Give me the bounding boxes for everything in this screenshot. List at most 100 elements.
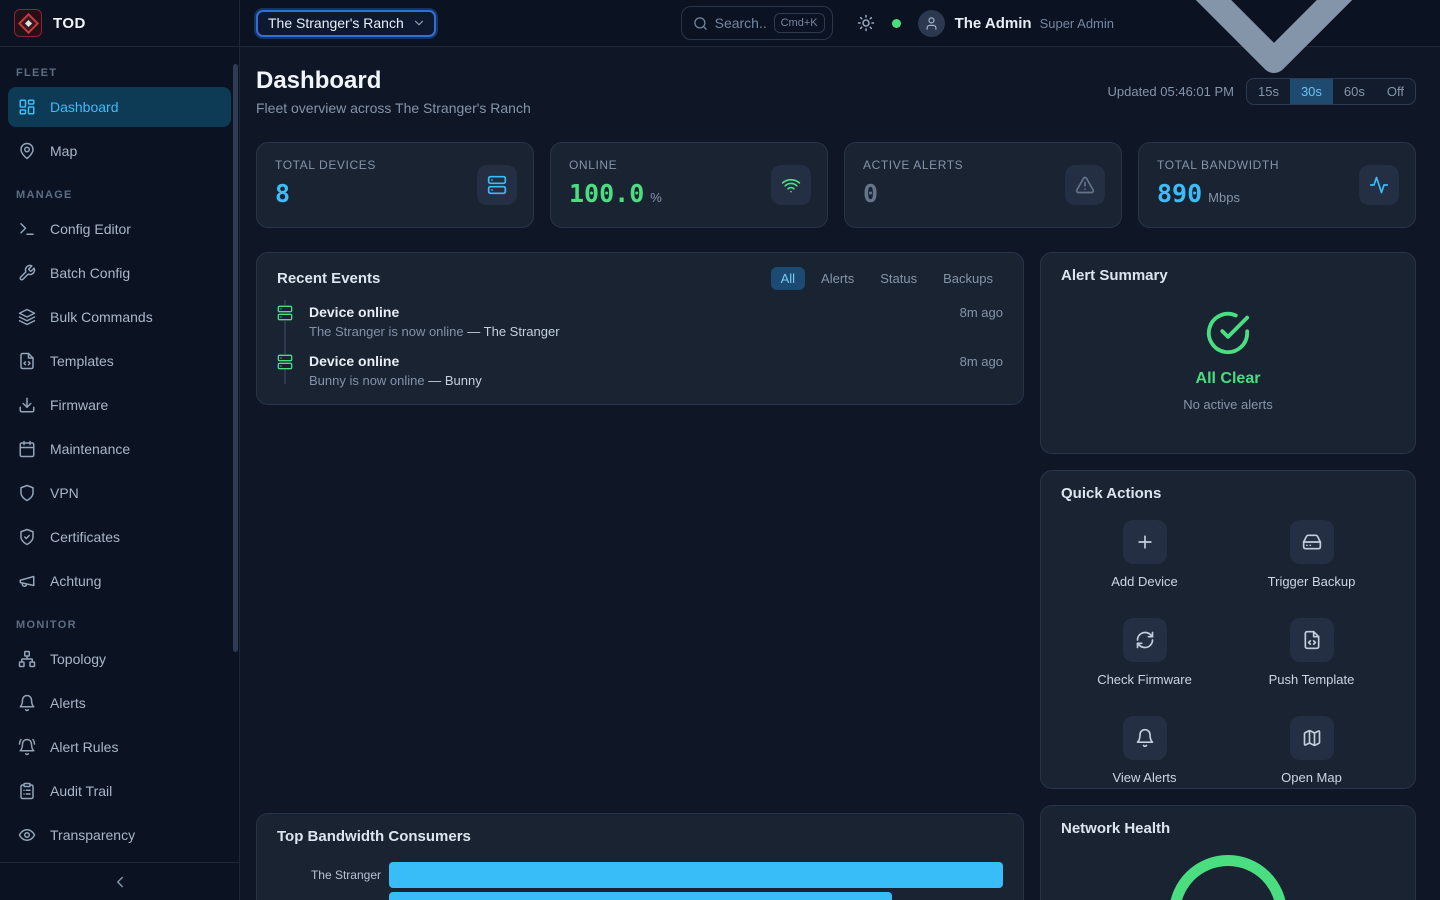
page-subtitle: Fleet overview across The Stranger's Ran… (256, 100, 531, 116)
shield-icon (18, 484, 36, 502)
filter-all[interactable]: All (771, 267, 805, 290)
sidebar-item-batch-config[interactable]: Batch Config (8, 253, 231, 293)
sidebar-item-label: Templates (50, 353, 114, 369)
refresh-option-30s[interactable]: 30s (1290, 79, 1333, 104)
refresh-option-off[interactable]: Off (1376, 79, 1415, 104)
quick-action-label: View Alerts (1112, 770, 1176, 785)
alert-triangle-icon (1075, 175, 1095, 195)
network-health-title: Network Health (1061, 820, 1395, 837)
theme-toggle-sun-icon[interactable] (857, 14, 875, 32)
sidebar-item-label: Topology (50, 651, 106, 667)
sidebar-item-label: Audit Trail (50, 783, 112, 799)
stat-card-active-alerts: ACTIVE ALERTS 0 (844, 142, 1122, 228)
search-shortcut-badge: Cmd+K (774, 13, 825, 33)
quick-action-label: Trigger Backup (1268, 574, 1356, 589)
sidebar-item-bulk-commands[interactable]: Bulk Commands (8, 297, 231, 337)
wifi-icon (781, 175, 801, 195)
sidebar-item-label: Certificates (50, 529, 120, 545)
bandwidth-chart-title: Top Bandwidth Consumers (277, 828, 1003, 845)
stat-value: 890 (1157, 179, 1202, 208)
sidebar-item-certificates[interactable]: Certificates (8, 517, 231, 557)
site-selector-value: The Stranger's Ranch (268, 15, 404, 31)
stat-card-online: ONLINE 100.0% (550, 142, 828, 228)
sidebar-item-firmware[interactable]: Firmware (8, 385, 231, 425)
layers-icon (18, 308, 36, 326)
sidebar-item-label: Dashboard (50, 99, 119, 115)
stat-value: 8 (275, 179, 290, 208)
quick-action-view-alerts[interactable]: View Alerts (1061, 716, 1228, 785)
sidebar-scrollbar[interactable] (233, 64, 238, 652)
avatar[interactable] (918, 10, 945, 37)
sidebar: TOD FLEET Dashboard Map MANAGE Config Ed… (0, 0, 240, 900)
sidebar-item-dashboard[interactable]: Dashboard (8, 87, 231, 127)
alert-summary-card: Alert Summary All Clear No active alerts (1040, 252, 1416, 454)
sidebar-item-label: Batch Config (50, 265, 130, 281)
recent-events-card: Recent Events All Alerts Status Backups (256, 252, 1024, 405)
event-title: Device online (309, 353, 399, 369)
quick-action-check-firmware[interactable]: Check Firmware (1061, 618, 1228, 687)
events-list: Device online 8m ago The Stranger is now… (277, 304, 1003, 388)
event-row: Device online 8m ago The Stranger is now… (277, 304, 1003, 339)
bar-row: Walter (277, 892, 1003, 900)
sidebar-item-alert-rules[interactable]: Alert Rules (8, 727, 231, 767)
event-device: — Bunny (428, 373, 481, 388)
calendar-icon (18, 440, 36, 458)
quick-actions-card: Quick Actions Add Device Trigger Backup (1040, 470, 1416, 789)
shield-check-icon (18, 528, 36, 546)
topbar: The Stranger's Ranch Cmd+K The Admin Sup… (240, 0, 1440, 47)
page-title: Dashboard (256, 66, 531, 96)
search-input-wrap[interactable]: Cmd+K (681, 6, 833, 40)
sidebar-nav: FLEET Dashboard Map MANAGE Config Editor… (0, 47, 239, 862)
quick-action-trigger-backup[interactable]: Trigger Backup (1228, 520, 1395, 589)
brand-row: TOD (0, 0, 239, 47)
quick-action-open-map[interactable]: Open Map (1228, 716, 1395, 785)
filter-alerts[interactable]: Alerts (811, 267, 864, 290)
sidebar-item-label: Transparency (50, 827, 135, 843)
stat-card-total-bandwidth: TOTAL BANDWIDTH 890Mbps (1138, 142, 1416, 228)
megaphone-icon (18, 572, 36, 590)
file-code-icon (1302, 630, 1322, 650)
chevron-left-icon (111, 873, 129, 891)
quick-action-add-device[interactable]: Add Device (1061, 520, 1228, 589)
connection-status-dot (892, 19, 901, 28)
bar-row: The Stranger (277, 862, 1003, 888)
alert-status-text: All Clear (1196, 370, 1261, 388)
bar-label: The Stranger (277, 868, 389, 882)
sidebar-item-topology[interactable]: Topology (8, 639, 231, 679)
sidebar-item-map[interactable]: Map (8, 131, 231, 171)
sidebar-item-vpn[interactable]: VPN (8, 473, 231, 513)
filter-backups[interactable]: Backups (933, 267, 1003, 290)
search-icon (693, 16, 708, 31)
quick-action-label: Add Device (1111, 574, 1177, 589)
sidebar-item-audit-trail[interactable]: Audit Trail (8, 771, 231, 811)
sidebar-item-achtung[interactable]: Achtung (8, 561, 231, 601)
user-name: The Admin (955, 15, 1032, 32)
layout-dashboard-icon (18, 98, 36, 116)
sidebar-item-label: VPN (50, 485, 79, 501)
app-root: TOD FLEET Dashboard Map MANAGE Config Ed… (0, 0, 1440, 900)
bell-ring-icon (18, 738, 36, 756)
sidebar-item-label: Map (50, 143, 77, 159)
event-title: Device online (309, 304, 399, 320)
event-time: 8m ago (960, 354, 1003, 369)
sidebar-collapse-button[interactable] (0, 862, 239, 900)
chevron-down-icon (412, 16, 426, 30)
clipboard-icon (18, 782, 36, 800)
sidebar-item-alerts[interactable]: Alerts (8, 683, 231, 723)
sidebar-item-config-editor[interactable]: Config Editor (8, 209, 231, 249)
filter-status[interactable]: Status (870, 267, 927, 290)
quick-action-label: Push Template (1269, 672, 1355, 687)
site-selector[interactable]: The Stranger's Ranch (256, 10, 436, 37)
quick-action-push-template[interactable]: Push Template (1228, 618, 1395, 687)
sidebar-item-transparency[interactable]: Transparency (8, 815, 231, 855)
sidebar-item-maintenance[interactable]: Maintenance (8, 429, 231, 469)
sidebar-item-label: Achtung (50, 573, 101, 589)
alert-detail-text: No active alerts (1183, 397, 1273, 412)
network-health-card: Network Health 100 (1040, 805, 1416, 900)
refresh-option-15s[interactable]: 15s (1247, 79, 1290, 104)
sidebar-item-label: Firmware (50, 397, 108, 413)
refresh-option-60s[interactable]: 60s (1333, 79, 1376, 104)
quick-action-label: Open Map (1281, 770, 1342, 785)
search-input[interactable] (715, 15, 767, 31)
sidebar-item-templates[interactable]: Templates (8, 341, 231, 381)
